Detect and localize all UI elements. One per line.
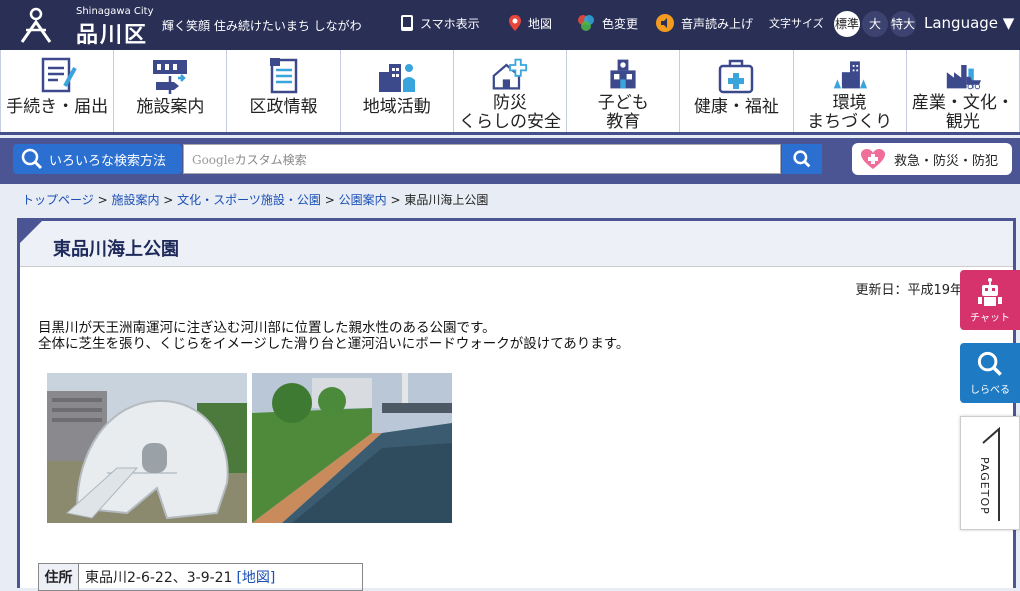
font-size-label: 文字サイズ — [769, 17, 824, 30]
heart-plus-icon — [861, 149, 885, 169]
color-change-link[interactable]: 色変更 — [576, 14, 638, 32]
content-panel: 東品川海上公園 更新日：平成19年 目黒川が天王洲南運河に注ぎ込む河川部に位置し… — [17, 218, 1016, 591]
breadcrumb-culture-sports[interactable]: 文化・スポーツ施設・公園 — [177, 193, 321, 207]
title-corner-decoration — [20, 221, 42, 243]
robot-icon — [978, 277, 1002, 306]
google-logo: Google — [192, 153, 235, 167]
smartphone-label: スマホ表示 — [420, 16, 480, 31]
search-input[interactable]: Googleカスタム検索 — [183, 144, 781, 174]
nav-procedures[interactable]: 手続き・届出 — [0, 50, 115, 132]
city-trees-icon — [833, 61, 867, 89]
nav-facilities[interactable]: 施設案内 — [114, 50, 228, 132]
safety-house-icon — [492, 58, 528, 90]
search-methods-label: いろいろな検索方法 — [49, 153, 167, 169]
nav-environment-label: 環境 まちづくり — [807, 93, 893, 132]
breadcrumb-facilities[interactable]: 施設案内 — [111, 193, 159, 207]
description: 目黒川が天王洲南運河に注ぎ込む河川部に位置した親水性のある公園です。 全体に芝生… — [38, 320, 629, 352]
breadcrumb-current: 東品川海上公園 — [404, 193, 489, 207]
nav-community-label: 地域活動 — [362, 97, 431, 117]
search-icon — [21, 148, 43, 170]
breadcrumb-top[interactable]: トップページ — [22, 193, 94, 207]
factory-icon — [946, 65, 981, 90]
address-value-cell: 東品川2-6-22、3-9-21 [地図] — [79, 564, 275, 590]
form-icon — [41, 57, 77, 93]
font-size-standard-button[interactable]: 標準 — [834, 11, 860, 37]
nav-health-label: 健康・福祉 — [693, 97, 779, 117]
breadcrumb: トップページ > 施設案内 > 文化・スポーツ施設・公園 > 公園案内 > 東品… — [22, 193, 489, 207]
color-wheel-icon — [578, 15, 594, 31]
signpost-icon — [153, 60, 188, 94]
voice-label: 音声読み上げ — [681, 16, 754, 31]
nav-industry-label: 産業・文化・ 観光 — [911, 93, 1014, 132]
updated-date: 更新日：平成19年 — [855, 283, 963, 298]
nav-procedures-label: 手続き・届出 — [6, 97, 109, 117]
breadcrumb-parks[interactable]: 公園案内 — [339, 193, 387, 207]
title-bar: 東品川海上公園 — [20, 221, 1013, 267]
city-name-jp[interactable]: 品川区 — [76, 17, 148, 49]
nav-health[interactable]: 健康・福祉 — [680, 50, 794, 132]
address-map-link[interactable]: [地図] — [236, 567, 275, 587]
side-search-label: しらべる — [970, 384, 1010, 396]
chat-label: チャット — [970, 312, 1010, 324]
city-logo-icon[interactable] — [20, 6, 52, 44]
nav-environment[interactable]: 環境 まちづくり — [794, 50, 907, 132]
chat-button[interactable]: チャット — [960, 270, 1020, 330]
address-value: 東品川2-6-22、3-9-21 — [85, 570, 233, 586]
speaker-icon — [656, 14, 674, 32]
search-icon — [793, 150, 811, 168]
description-line-1: 目黒川が天王洲南運河に注ぎ込む河川部に位置した親水性のある公園です。 — [38, 320, 496, 336]
side-search-button[interactable]: しらべる — [960, 343, 1020, 403]
nav-community[interactable]: 地域活動 — [341, 50, 454, 132]
city-name-en: Shinagawa City — [76, 6, 154, 17]
map-link[interactable]: 地図 — [508, 14, 552, 32]
slogan: 輝く笑顔 住み続けたいまち しながわ — [162, 19, 362, 33]
pagetop-button[interactable]: PAGETOP — [960, 416, 1020, 530]
font-size-xlarge-button[interactable]: 特大 — [890, 11, 916, 37]
address-table: 住所 東品川2-6-22、3-9-21 [地図] — [38, 563, 363, 591]
address-label: 住所 — [39, 564, 79, 590]
page-title: 東品川海上公園 — [53, 239, 179, 260]
voice-link[interactable]: 音声読み上げ — [655, 14, 753, 32]
document-icon — [269, 58, 297, 94]
smartphone-link[interactable]: スマホ表示 — [400, 14, 480, 32]
nav-children[interactable]: 子ども 教育 — [567, 50, 681, 132]
language-select[interactable]: Language ▼ — [924, 14, 1014, 32]
nav-children-label: 子ども 教育 — [597, 93, 649, 132]
main-nav: 手続き・届出 施設案内 区政情報 地域活動 防災 くらしの安全 子ども 教育 健… — [0, 50, 1020, 135]
emergency-button[interactable]: 救急・防災・防犯 — [852, 143, 1012, 175]
pagetop-label: PAGETOP — [978, 457, 991, 515]
nav-facilities-label: 施設案内 — [136, 97, 205, 117]
nav-industry[interactable]: 産業・文化・ 観光 — [907, 50, 1020, 132]
nav-administration[interactable]: 区政情報 — [227, 50, 341, 132]
nav-safety-label: 防災 くらしの安全 — [458, 93, 561, 132]
search-icon — [977, 351, 1002, 376]
community-icon — [378, 64, 415, 92]
description-line-2: 全体に芝生を張り、くじらをイメージした滑り台と運河沿いにボードウォークが設けてあ… — [38, 336, 630, 352]
search-bar: いろいろな検索方法 Googleカスタム検索 救急・防災・防犯 — [0, 138, 1020, 184]
canal-boardwalk-photo — [252, 373, 452, 523]
map-pin-icon — [509, 15, 521, 31]
map-label: 地図 — [528, 16, 553, 31]
whale-slide-photo — [47, 373, 247, 523]
emergency-label: 救急・防災・防犯 — [894, 153, 999, 169]
medical-kit-icon — [719, 59, 754, 94]
nav-administration-label: 区政情報 — [249, 97, 318, 117]
color-change-label: 色変更 — [602, 16, 639, 31]
search-methods-button[interactable]: いろいろな検索方法 — [13, 144, 182, 174]
school-icon — [610, 59, 636, 89]
top-bar: Shinagawa City 品川区 輝く笑顔 住み続けたいまち しながわ スマ… — [0, 0, 1020, 50]
nav-safety[interactable]: 防災 くらしの安全 — [454, 50, 568, 132]
smartphone-icon — [401, 15, 413, 31]
font-size-large-button[interactable]: 大 — [862, 11, 888, 37]
search-placeholder: カスタム検索 — [234, 153, 307, 167]
search-submit-button[interactable] — [782, 144, 822, 174]
